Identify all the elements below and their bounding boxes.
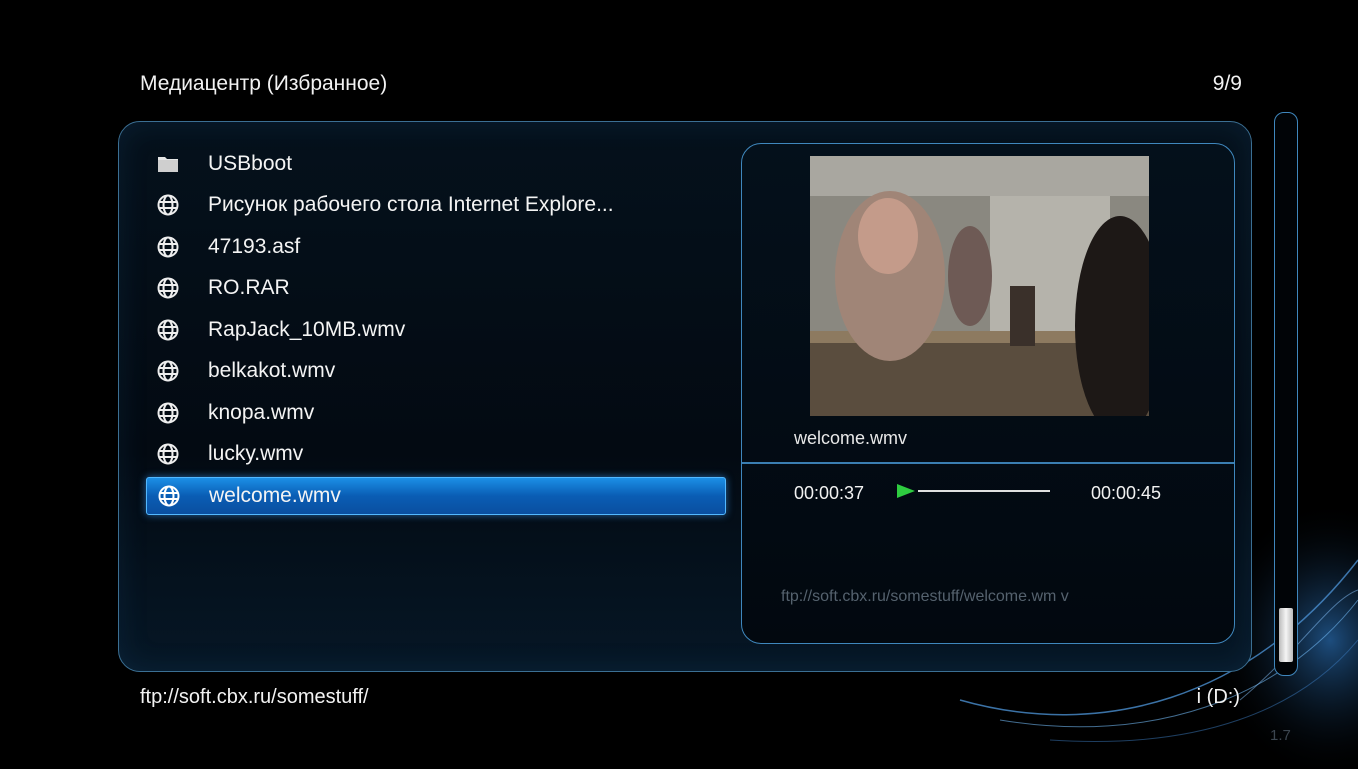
- list-item-selected[interactable]: welcome.wmv: [146, 477, 726, 515]
- folder-icon: [157, 153, 179, 175]
- globe-icon: [157, 277, 179, 299]
- list-item[interactable]: Рисунок рабочего стола Internet Explore.…: [146, 185, 726, 227]
- version-label: 1.7: [1270, 727, 1291, 744]
- item-counter: 9/9: [1212, 72, 1242, 95]
- globe-icon: [157, 443, 179, 465]
- current-path: ftp://soft.cbx.ru/somestuff/: [140, 686, 369, 708]
- list-item[interactable]: knopa.wmv: [146, 392, 726, 434]
- scrollbar-thumb[interactable]: [1279, 608, 1293, 662]
- drive-label: i (D:): [1196, 686, 1240, 708]
- globe-icon: [157, 236, 179, 258]
- preview-url: ftp://soft.cbx.ru/somestuff/welcome.wm v: [781, 588, 1069, 605]
- list-item[interactable]: RO.RAR: [146, 268, 726, 310]
- video-thumbnail: [810, 156, 1149, 416]
- play-icon[interactable]: [896, 482, 916, 500]
- progress-bar[interactable]: [918, 490, 1050, 492]
- page-title: Медиацентр (Избранное): [140, 72, 388, 95]
- list-item-label: Рисунок рабочего стола Internet Explore.…: [208, 193, 614, 217]
- list-item-label: RO.RAR: [208, 276, 290, 300]
- list-item[interactable]: belkakot.wmv: [146, 351, 726, 393]
- time-current: 00:00:37: [794, 483, 865, 503]
- time-total: 00:00:45: [1091, 483, 1162, 503]
- list-item[interactable]: lucky.wmv: [146, 434, 726, 476]
- list-item-label: USBboot: [208, 151, 293, 175]
- list-item-label: 47193.asf: [208, 234, 301, 258]
- list-item-label: lucky.wmv: [208, 442, 304, 466]
- list-item-label: knopa.wmv: [208, 400, 315, 424]
- file-list: USBboot Рисунок рабочего стола Internet …: [146, 143, 726, 515]
- list-item-label: welcome.wmv: [209, 484, 341, 507]
- globe-icon: [157, 194, 179, 216]
- globe-icon: [157, 319, 179, 341]
- list-item[interactable]: RapJack_10MB.wmv: [146, 309, 726, 351]
- divider: [742, 462, 1234, 464]
- preview-filename: welcome.wmv: [794, 428, 908, 448]
- globe-icon: [157, 360, 179, 382]
- scrollbar[interactable]: [1274, 112, 1298, 676]
- globe-icon: [158, 485, 180, 507]
- globe-icon: [157, 402, 179, 424]
- list-item-label: belkakot.wmv: [208, 359, 336, 383]
- list-item[interactable]: 47193.asf: [146, 226, 726, 268]
- list-item-label: RapJack_10MB.wmv: [208, 317, 406, 341]
- list-item[interactable]: USBboot: [146, 143, 726, 185]
